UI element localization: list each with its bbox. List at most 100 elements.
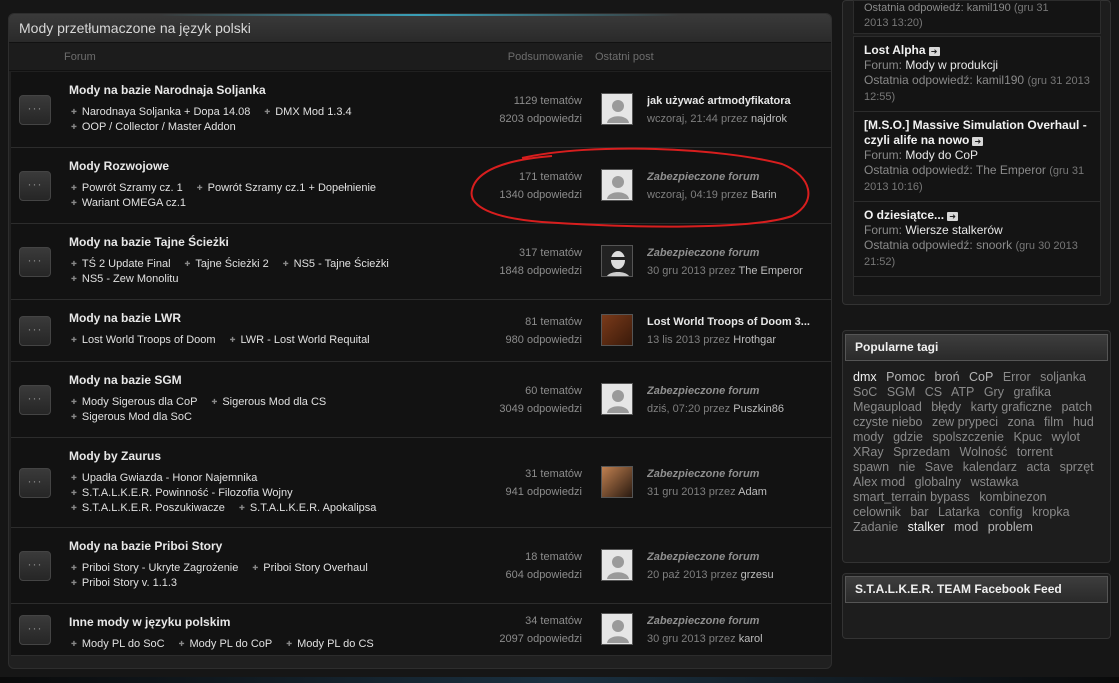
subforum-link[interactable]: Upadła Gwiazda - Honor Najemnika (71, 471, 257, 486)
tag-link[interactable]: acta (1026, 460, 1050, 474)
subforum-link[interactable]: Narodnaya Soljanka + Dopa 14.08 (71, 105, 250, 120)
last-post-title[interactable]: Zabezpieczone forum (647, 168, 827, 186)
last-post-title[interactable]: Lost World Troops of Doom 3... (647, 313, 827, 331)
tag-link[interactable]: Gry (984, 385, 1004, 399)
user-avatar[interactable] (601, 169, 633, 201)
subforum-link[interactable]: S.T.A.L.K.E.R. Poszukiwacze (71, 501, 225, 516)
last-post-user[interactable]: The Emperor (739, 265, 803, 277)
tag-link[interactable]: Zadanie (853, 520, 898, 534)
last-post-user[interactable]: grzesu (741, 569, 774, 581)
tag-link[interactable]: czyste niebo (853, 415, 922, 429)
tag-link[interactable]: stalker (908, 520, 945, 534)
recent-post-user[interactable]: snoork (976, 238, 1012, 252)
subforum-link[interactable]: Priboi Story - Ukryte Zagrożenie (71, 561, 239, 576)
tag-link[interactable]: soljanka (1040, 370, 1086, 384)
tag-link[interactable]: karty graficzne (971, 400, 1052, 414)
tag-link[interactable]: nie (899, 460, 916, 474)
tag-link[interactable]: błędy (931, 400, 961, 414)
user-avatar[interactable] (601, 549, 633, 581)
tag-link[interactable]: Wolność (960, 445, 1008, 459)
subforum-link[interactable]: DMX Mod 1.3.4 (264, 105, 351, 120)
recent-post-forum[interactable]: Mody w produkcji (905, 58, 998, 72)
tag-link[interactable]: hud (1073, 415, 1094, 429)
subforum-link[interactable]: NS5 - Zew Monolitu (71, 272, 179, 287)
subforum-link[interactable]: Mody PL do SoC (71, 637, 165, 652)
tag-link[interactable]: patch (1061, 400, 1092, 414)
last-post-title[interactable]: Zabezpieczone forum (647, 465, 827, 483)
tag-link[interactable]: bar (910, 505, 928, 519)
tag-link[interactable]: CoP (969, 370, 993, 384)
last-post-user[interactable]: najdrok (751, 113, 787, 125)
subforum-link[interactable]: NS5 - Tajne Ścieżki (283, 257, 389, 272)
tag-link[interactable]: config (989, 505, 1022, 519)
last-post-user[interactable]: Adam (738, 486, 767, 498)
user-avatar[interactable] (601, 314, 633, 346)
forum-title-link[interactable]: Mody by Zaurus (69, 449, 161, 463)
tag-link[interactable]: torrent (1017, 445, 1053, 459)
user-avatar[interactable] (601, 466, 633, 498)
last-post-title[interactable]: Zabezpieczone forum (647, 244, 827, 262)
tag-link[interactable]: celownik (853, 505, 901, 519)
subforum-link[interactable]: Priboi Story Overhaul (252, 561, 368, 576)
user-avatar[interactable] (601, 93, 633, 125)
tag-link[interactable]: SGM (887, 385, 915, 399)
forum-title-link[interactable]: Mody na bazie LWR (69, 311, 181, 325)
tag-link[interactable]: kalendarz (963, 460, 1017, 474)
forum-title-link[interactable]: Mody na bazie Narodnaja Soljanka (69, 83, 266, 97)
tag-link[interactable]: Kpuc (1014, 430, 1043, 444)
tag-link[interactable]: broń (935, 370, 960, 384)
tag-link[interactable]: zew prypeci (932, 415, 998, 429)
last-post-user[interactable]: karol (739, 633, 763, 645)
user-avatar[interactable] (601, 245, 633, 277)
tag-link[interactable]: kropka (1032, 505, 1070, 519)
forum-title-link[interactable]: Mody na bazie Priboi Story (69, 539, 222, 553)
tag-link[interactable]: spawn (853, 460, 889, 474)
subforum-link[interactable]: Priboi Story v. 1.1.3 (71, 576, 177, 591)
tag-link[interactable]: Sprzedam (893, 445, 950, 459)
subforum-link[interactable]: Sigerous Mod dla SoC (71, 410, 192, 425)
subforum-link[interactable]: Powrót Szramy cz. 1 (71, 181, 183, 196)
tag-link[interactable]: smart_terrain bypass (853, 490, 970, 504)
last-post-title[interactable]: Zabezpieczone forum (647, 548, 827, 566)
subforum-link[interactable]: Lost World Troops of Doom (71, 333, 216, 348)
recent-post-title[interactable]: Lost Alpha (864, 43, 926, 57)
recent-post-title[interactable]: O dziesiątce... (864, 208, 944, 222)
last-post-title[interactable]: Zabezpieczone forum (647, 382, 827, 400)
go-to-post-icon[interactable]: ➜ (947, 212, 959, 221)
forum-title-link[interactable]: Inne mody w języku polskim (69, 615, 230, 629)
subforum-link[interactable]: Sigerous Mod dla CS (211, 395, 326, 410)
tag-link[interactable]: wstawka (971, 475, 1019, 489)
tag-link[interactable]: Error (1003, 370, 1031, 384)
forum-title-link[interactable]: Mody na bazie SGM (69, 373, 182, 387)
last-post-user[interactable]: Barin (751, 189, 777, 201)
last-post-title[interactable]: jak używać artmodyfikatora (647, 92, 827, 110)
tag-link[interactable]: Save (925, 460, 954, 474)
last-post-user[interactable]: Puszkin86 (733, 403, 784, 415)
tag-link[interactable]: mod (954, 520, 978, 534)
go-to-post-icon[interactable]: ➜ (972, 137, 984, 146)
last-post-user[interactable]: Hrothgar (733, 334, 776, 346)
tag-link[interactable]: Megaupload (853, 400, 922, 414)
tag-link[interactable]: problem (988, 520, 1033, 534)
subforum-link[interactable]: Mody PL do CoP (179, 637, 273, 652)
tag-link[interactable]: zona (1007, 415, 1034, 429)
go-to-post-icon[interactable]: ➜ (928, 47, 940, 56)
subforum-link[interactable]: Mody PL do CS (286, 637, 374, 652)
forum-title-link[interactable]: Mody na bazie Tajne Ścieżki (69, 235, 229, 249)
subforum-link[interactable]: OOP / Collector / Master Addon (71, 120, 236, 135)
tag-link[interactable]: grafika (1013, 385, 1051, 399)
tag-link[interactable]: dmx (853, 370, 877, 384)
tag-link[interactable]: mody (853, 430, 884, 444)
subforum-link[interactable]: TŚ 2 Update Final (71, 257, 171, 272)
tag-link[interactable]: globalny (915, 475, 962, 489)
forum-title-link[interactable]: Mody Rozwojowe (69, 159, 169, 173)
tag-link[interactable]: XRay (853, 445, 884, 459)
last-post-title[interactable]: Zabezpieczone forum (647, 612, 827, 630)
subforum-link[interactable]: LWR - Lost World Requital (230, 333, 369, 348)
subforum-link[interactable]: Mody Sigerous dla CoP (71, 395, 198, 410)
tag-link[interactable]: wylot (1051, 430, 1079, 444)
tag-link[interactable]: kombinezon (979, 490, 1046, 504)
recent-post-forum[interactable]: Wiersze stalkerów (905, 223, 1002, 237)
recent-post-user[interactable]: kamil190 (976, 73, 1024, 87)
subforum-link[interactable]: Wariant OMEGA cz.1 (71, 196, 186, 211)
